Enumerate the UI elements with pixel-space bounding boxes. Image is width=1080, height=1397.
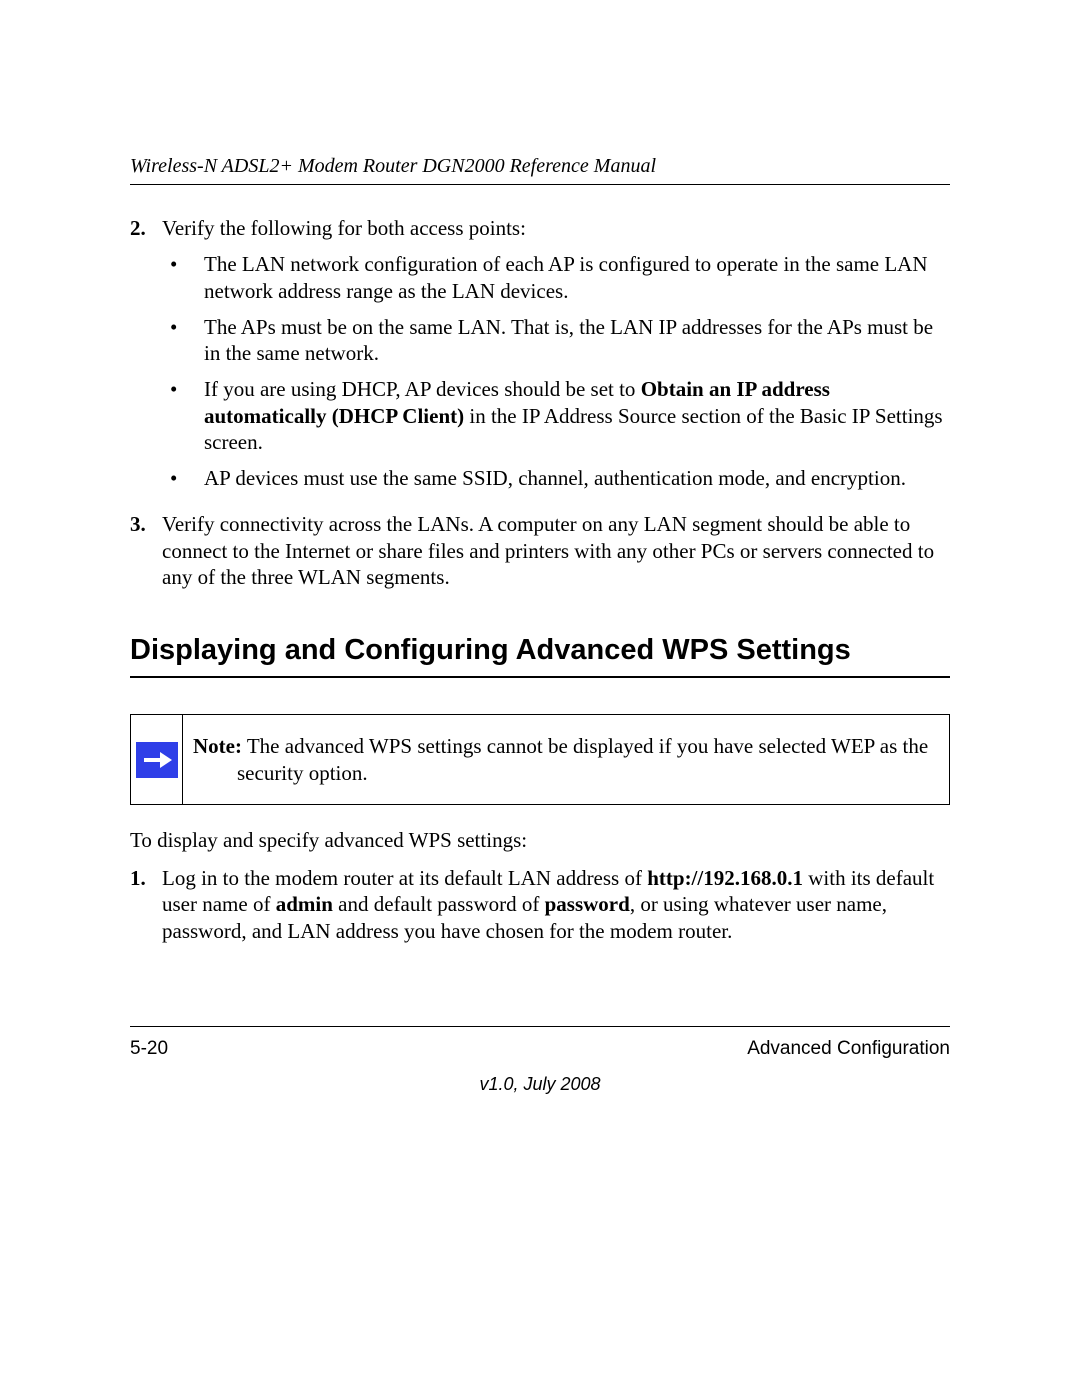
section-heading: Displaying and Configuring Advanced WPS … bbox=[130, 632, 950, 678]
step-2-intro: Verify the following for both access poi… bbox=[162, 216, 526, 240]
arrow-right-icon bbox=[136, 742, 178, 778]
bullet-text: The LAN network configuration of each AP… bbox=[204, 251, 950, 304]
footer-row: 5-20 Advanced Configuration bbox=[130, 1038, 950, 1060]
note-text-cell: Note: The advanced WPS settings cannot b… bbox=[182, 714, 950, 805]
numbered-list-bottom: 1. Log in to the modem router at its def… bbox=[130, 865, 950, 944]
note-box: Note: The advanced WPS settings cannot b… bbox=[130, 714, 950, 805]
bullet-item: • AP devices must use the same SSID, cha… bbox=[162, 465, 950, 491]
document-page: Wireless-N ADSL2+ Modem Router DGN2000 R… bbox=[0, 0, 1080, 1397]
step-1b-admin: admin bbox=[276, 892, 333, 916]
bullet-dot-icon: • bbox=[162, 465, 204, 491]
step-content: Log in to the modem router at its defaul… bbox=[162, 865, 950, 944]
bullet-text: The APs must be on the same LAN. That is… bbox=[204, 314, 950, 367]
step-number: 2. bbox=[130, 215, 162, 501]
numbered-list-top: 2. Verify the following for both access … bbox=[130, 215, 950, 590]
footer-section-name: Advanced Configuration bbox=[747, 1038, 950, 1060]
step-3-text: Verify connectivity across the LANs. A c… bbox=[162, 512, 934, 589]
step-1b-url: http://192.168.0.1 bbox=[647, 866, 803, 890]
step-1b-mid2: and default password of bbox=[333, 892, 545, 916]
bullet-item: • The APs must be on the same LAN. That … bbox=[162, 314, 950, 367]
bullet-text: AP devices must use the same SSID, chann… bbox=[204, 465, 950, 491]
note-body-text: The advanced WPS settings cannot be disp… bbox=[237, 734, 928, 784]
bullet-item: • If you are using DHCP, AP devices shou… bbox=[162, 376, 950, 455]
step-number: 3. bbox=[130, 511, 162, 590]
step-number: 1. bbox=[130, 865, 162, 944]
bullet-item: • The LAN network configuration of each … bbox=[162, 251, 950, 304]
bullet-dot-icon: • bbox=[162, 376, 204, 455]
bullet-text: If you are using DHCP, AP devices should… bbox=[204, 376, 950, 455]
note-label: Note: bbox=[193, 734, 242, 758]
running-header: Wireless-N ADSL2+ Modem Router DGN2000 R… bbox=[130, 155, 950, 185]
bullet-3-pre: If you are using DHCP, AP devices should… bbox=[204, 377, 641, 401]
step-content: Verify connectivity across the LANs. A c… bbox=[162, 511, 950, 590]
paragraph-after-note: To display and specify advanced WPS sett… bbox=[130, 827, 950, 853]
page-number: 5-20 bbox=[130, 1038, 168, 1060]
body-content: 2. Verify the following for both access … bbox=[130, 215, 950, 944]
step-1b-pre: Log in to the modem router at its defaul… bbox=[162, 866, 647, 890]
bullet-dot-icon: • bbox=[162, 251, 204, 304]
footer-rule bbox=[130, 1026, 950, 1027]
list-item-step-1: 1. Log in to the modem router at its def… bbox=[130, 865, 950, 944]
step-1b-password: password bbox=[545, 892, 630, 916]
bullet-list: • The LAN network configuration of each … bbox=[162, 251, 950, 491]
list-item-step-2: 2. Verify the following for both access … bbox=[130, 215, 950, 501]
list-item-step-3: 3. Verify connectivity across the LANs. … bbox=[130, 511, 950, 590]
bullet-dot-icon: • bbox=[162, 314, 204, 367]
note-icon-cell bbox=[130, 714, 182, 805]
step-content: Verify the following for both access poi… bbox=[162, 215, 950, 501]
footer-version: v1.0, July 2008 bbox=[0, 1074, 1080, 1095]
